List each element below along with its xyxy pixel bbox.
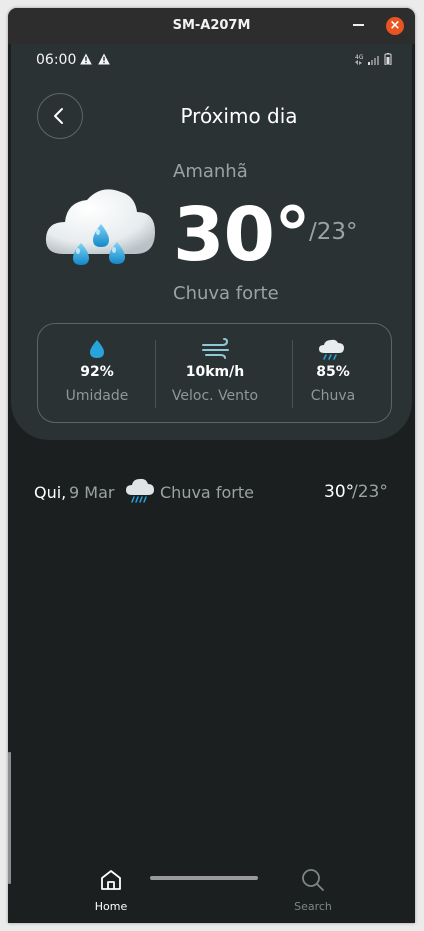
forecast-weekday: Qui,	[34, 483, 67, 502]
nav-search[interactable]: Search	[273, 864, 353, 914]
warning-icon	[80, 53, 92, 65]
home-icon	[101, 870, 121, 890]
status-icons: 4G	[355, 53, 392, 65]
heavy-rain-cloud-icon	[45, 189, 155, 265]
close-icon[interactable]: ×	[386, 17, 404, 35]
wind-stat: 10km/h Veloc. Vento	[156, 324, 274, 424]
forecast-condition: Chuva forte	[160, 483, 254, 502]
rain-chance-value: 85%	[316, 364, 350, 380]
temperature-low: /23°	[309, 219, 358, 245]
page-title: Próximo dia	[180, 104, 298, 128]
back-button[interactable]	[37, 93, 83, 139]
rain-cloud-icon	[126, 478, 154, 503]
phone-screen: 06:00 4G Próximo dia Amanhã 30° /23° Chu…	[8, 44, 415, 923]
status-bar: 06:00 4G	[11, 44, 415, 74]
search-icon	[302, 869, 324, 891]
stats-card: 92% Umidade 10km/h Veloc. Vento 85% Chuv…	[37, 323, 392, 423]
humidity-value: 92%	[80, 364, 114, 380]
scroll-edge	[8, 752, 11, 884]
humidity-label: Umidade	[65, 388, 129, 404]
app-window: SM-A207M × 06:00 4G Próximo dia Amanhã 3…	[8, 8, 415, 923]
network-type-text: 4G	[355, 54, 364, 61]
chevron-left-icon	[54, 108, 63, 124]
water-drop-icon	[90, 340, 104, 358]
wind-speed-value: 10km/h	[185, 364, 245, 380]
rain-cloud-icon	[319, 339, 344, 360]
forecast-low: /23°	[352, 482, 388, 502]
rain-stat: 85% Chuva	[274, 324, 392, 424]
status-time: 06:00	[36, 52, 77, 68]
wind-speed-label: Veloc. Vento	[171, 388, 259, 404]
window-titlebar: SM-A207M ×	[8, 8, 415, 44]
forecast-row[interactable]: Qui, 9 Mar Chuva forte 30° /23°	[34, 474, 390, 506]
header-card: 06:00 4G Próximo dia Amanhã 30° /23° Chu…	[11, 44, 412, 440]
forecast-day-label: Amanhã	[173, 161, 248, 182]
warning-icon	[98, 53, 110, 65]
bottom-navigation: Home Search	[8, 864, 415, 914]
nav-home[interactable]: Home	[71, 864, 151, 914]
weather-condition: Chuva forte	[173, 283, 279, 304]
nav-search-label: Search	[294, 900, 332, 913]
home-indicator[interactable]	[150, 876, 258, 880]
nav-home-label: Home	[94, 900, 128, 913]
humidity-stat: 92% Umidade	[38, 324, 156, 424]
window-title: SM-A207M	[172, 18, 251, 33]
wind-icon	[202, 338, 229, 359]
forecast-high: 30°	[324, 482, 355, 502]
forecast-date: 9 Mar	[69, 483, 115, 502]
minimize-icon[interactable]	[353, 24, 364, 26]
temperature-high: 30°	[173, 192, 311, 278]
rain-chance-label: Chuva	[310, 388, 356, 404]
